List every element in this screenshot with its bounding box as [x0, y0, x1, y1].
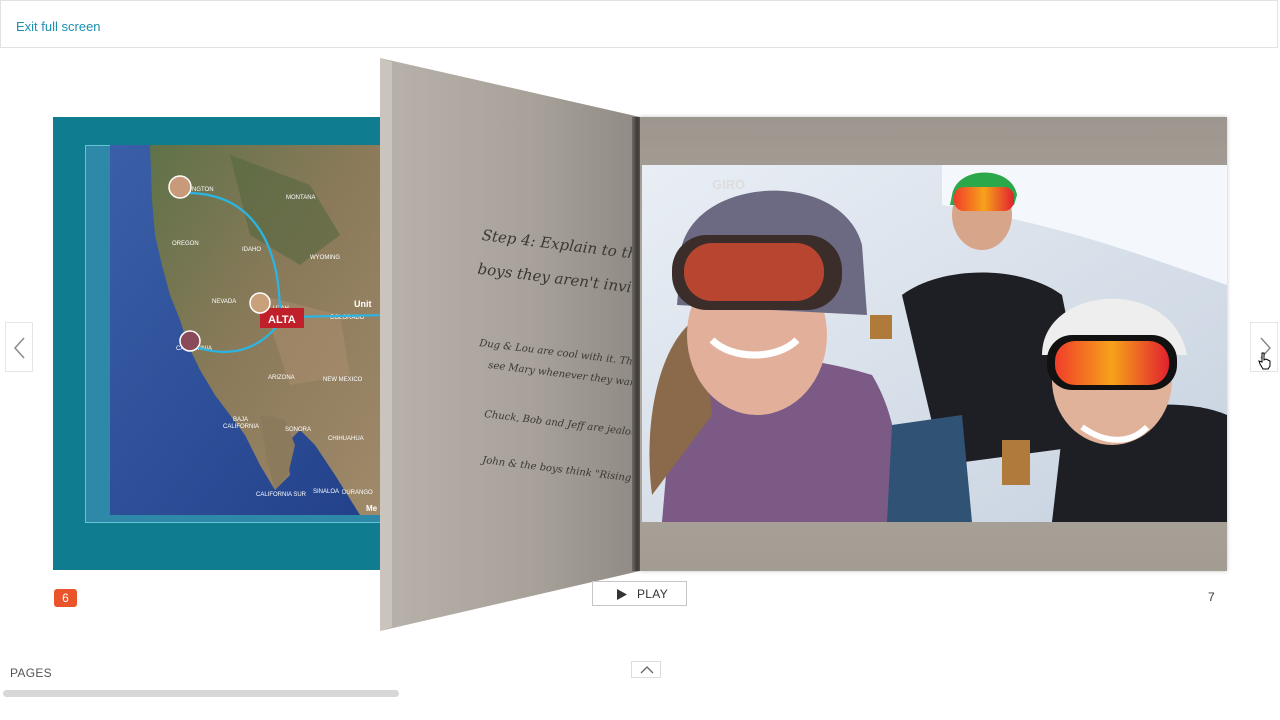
label-baja-california-sur: CALIFORNIA SUR: [256, 492, 307, 498]
top-bar: Exit full screen: [0, 0, 1278, 48]
helmet-brand: GIRO: [712, 177, 745, 192]
label-montana: MONTANA: [286, 195, 316, 201]
pages-panel-toggle-button[interactable]: [631, 661, 661, 678]
ski-selfie-photo: GIRO: [642, 165, 1227, 522]
western-us-map: NGTON MONTANA OREGON IDAHO WYOMING NEVAD…: [110, 145, 380, 515]
label-washington: NGTON: [192, 187, 214, 193]
label-baja: BAJA: [233, 417, 248, 423]
left-page-map: NGTON MONTANA OREGON IDAHO WYOMING NEVAD…: [53, 117, 380, 570]
label-mexico: Me: [366, 504, 378, 513]
label-new-mexico: NEW MEXICO: [323, 377, 363, 383]
left-page-number-badge: 6: [54, 589, 77, 607]
label-wyoming: WYOMING: [310, 255, 340, 261]
previous-page-button[interactable]: [5, 322, 33, 372]
pages-scrollbar[interactable]: [3, 690, 399, 697]
hand-pointer-icon: [1258, 352, 1271, 370]
play-button[interactable]: PLAY: [592, 581, 687, 606]
exit-full-screen-link[interactable]: Exit full screen: [16, 19, 101, 34]
label-idaho: IDAHO: [242, 247, 261, 253]
chevron-up-icon: [640, 666, 654, 674]
label-united: Unit: [354, 299, 372, 309]
right-page-number: 7: [1208, 590, 1215, 604]
label-sonora: SONORA: [285, 427, 311, 433]
svg-text:ALTA: ALTA: [268, 314, 296, 326]
label-nevada: NEVADA: [212, 299, 236, 305]
play-button-label: PLAY: [637, 587, 668, 601]
label-chihuahua: CHIHUAHUA: [328, 436, 364, 442]
label-sinaloa: SINALOA: [313, 489, 339, 495]
label-oregon: OREGON: [172, 241, 199, 247]
caption-line-3: Chuck, Bob and Jeff are jealous.: [483, 409, 647, 440]
label-baja-california: CALIFORNIA: [223, 424, 259, 430]
label-durango: DURANGO: [342, 490, 373, 496]
chevron-left-icon: [13, 337, 25, 359]
label-arizona: ARIZONA: [268, 375, 295, 381]
caption-line-4: John & the boys think "Rising"!: [481, 455, 641, 486]
play-icon: [617, 589, 627, 600]
pages-panel-label: PAGES: [10, 666, 52, 680]
